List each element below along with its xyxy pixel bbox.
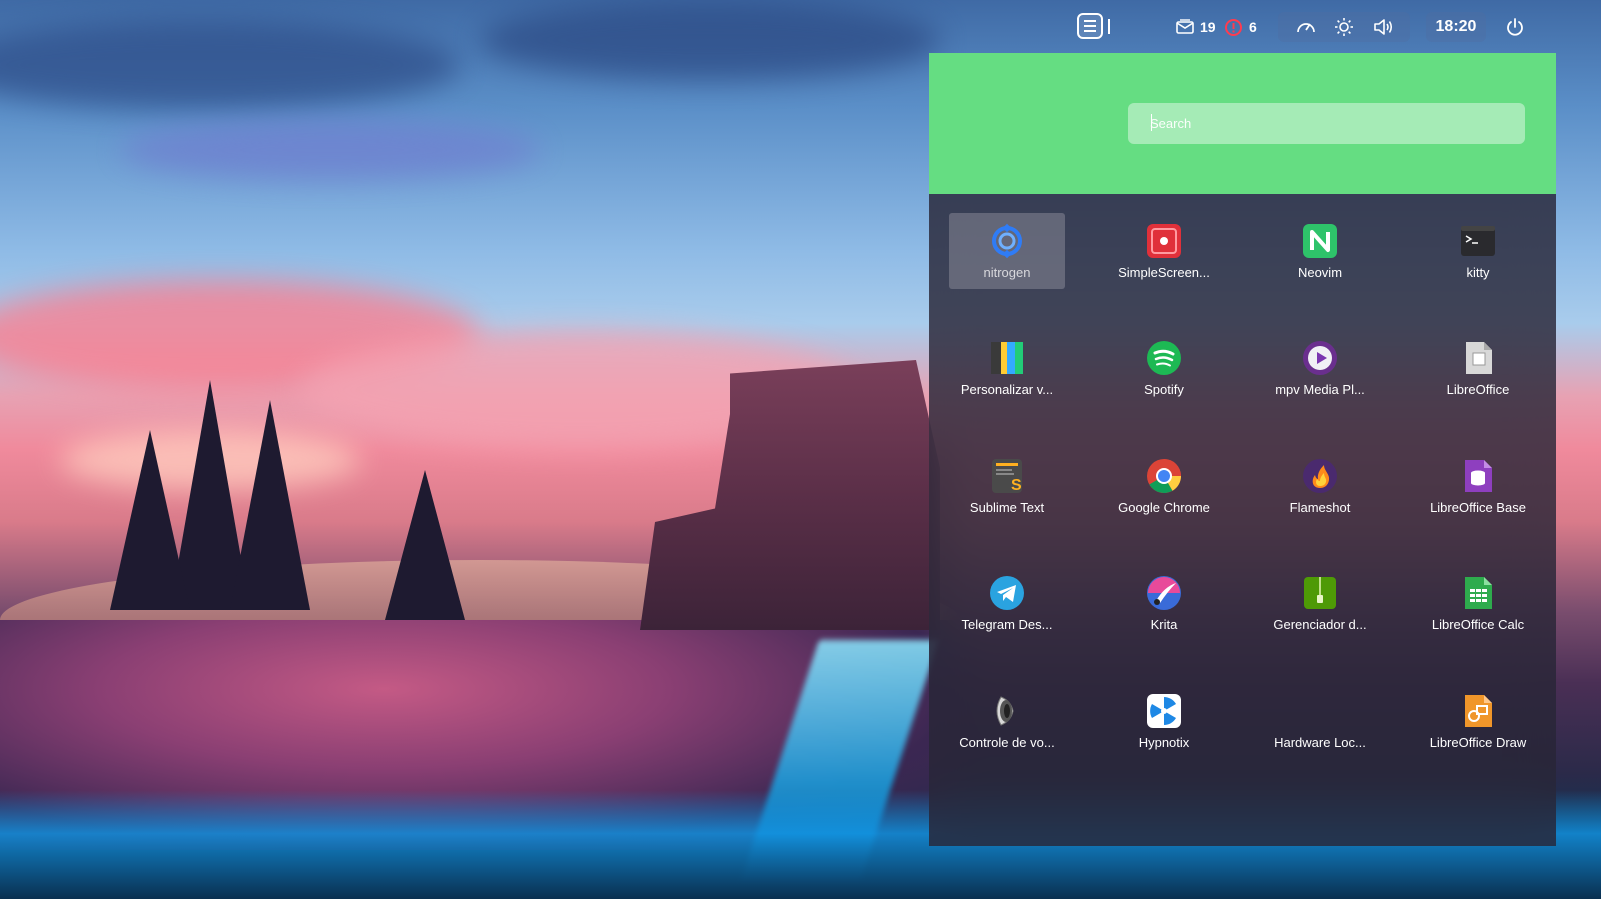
app-telegram[interactable]: Telegram Des... (949, 565, 1065, 641)
desktop: 19 6 18:20 Search nitrogen SimpleScreen.… (0, 0, 1601, 899)
app-label: mpv Media Pl... (1275, 382, 1365, 397)
app-label: Telegram Des... (961, 617, 1053, 632)
app-spotify[interactable]: Spotify (1106, 330, 1222, 406)
app-label: Google Chrome (1118, 500, 1210, 515)
app-launcher: nitrogen SimpleScreen... Neovim kitty Person… (929, 53, 1556, 846)
app-label: Krita (1150, 617, 1178, 632)
personalizar-icon (989, 340, 1025, 376)
app-label: Flameshot (1289, 500, 1351, 515)
mail-count: 19 (1200, 19, 1216, 35)
app-terminal[interactable]: kitty (1420, 213, 1536, 289)
app-neovim[interactable]: Neovim (1262, 213, 1378, 289)
app-flameshot[interactable]: Flameshot (1262, 448, 1378, 524)
mpv-icon (1302, 340, 1338, 376)
app-hypnotix[interactable]: Hypnotix (1106, 683, 1222, 759)
app-label: Neovim (1297, 265, 1343, 280)
app-label: nitrogen (983, 265, 1031, 280)
app-hardware-locale[interactable]: Hardware Loc... (1262, 683, 1378, 759)
app-simplescreenrecorder[interactable]: SimpleScreen... (1106, 213, 1222, 289)
app-label: LibreOffice (1446, 382, 1510, 397)
top-panel: 19 6 18:20 (0, 0, 1601, 54)
app-mpv[interactable]: mpv Media Pl... (1262, 330, 1378, 406)
app-label: kitty (1466, 265, 1490, 280)
clock: 18:20 (1435, 18, 1477, 35)
speedometer-icon[interactable] (1296, 18, 1316, 36)
app-label: Hypnotix (1138, 735, 1190, 750)
mail-icon[interactable] (1175, 18, 1195, 36)
app-sublime-text[interactable]: S Sublime Text (949, 448, 1065, 524)
system-tray (1278, 12, 1410, 42)
libreoffice-base-icon (1460, 458, 1496, 494)
archive-manager-icon (1302, 575, 1338, 611)
alert-icon[interactable] (1224, 18, 1243, 37)
krita-icon (1146, 575, 1182, 611)
neovim-icon (1302, 223, 1338, 259)
app-label: Controle de vo... (959, 735, 1055, 750)
app-libreoffice-base[interactable]: LibreOffice Base (1420, 448, 1536, 524)
spotify-icon (1146, 340, 1182, 376)
app-label: Hardware Loc... (1274, 735, 1366, 750)
app-label: SimpleScreen... (1118, 265, 1210, 280)
panel-separator (1108, 19, 1110, 34)
app-libreoffice-draw[interactable]: LibreOffice Draw (1420, 683, 1536, 759)
volume-icon[interactable] (1372, 17, 1394, 37)
telegram-icon (989, 575, 1025, 611)
search-caret (1151, 114, 1152, 131)
app-krita[interactable]: Krita (1106, 565, 1222, 641)
app-libreoffice-calc[interactable]: LibreOffice Calc (1420, 565, 1536, 641)
hypnotix-icon (1146, 693, 1182, 729)
volume-control-icon (989, 693, 1025, 729)
app-archive-manager[interactable]: Gerenciador d... (1262, 565, 1378, 641)
brightness-icon[interactable] (1334, 17, 1354, 37)
simplescreenrecorder-icon (1146, 223, 1182, 259)
chrome-icon (1146, 458, 1182, 494)
app-label: Sublime Text (969, 500, 1045, 515)
app-label: LibreOffice Draw (1429, 735, 1527, 750)
app-label: LibreOffice Base (1430, 500, 1526, 515)
sublime-text-icon: S (989, 458, 1025, 494)
hardware-locale-icon (1302, 693, 1338, 729)
app-label: Gerenciador d... (1273, 617, 1367, 632)
app-chrome[interactable]: Google Chrome (1106, 448, 1222, 524)
app-label: Spotify (1144, 382, 1184, 397)
app-personalizar[interactable]: Personalizar v... (949, 330, 1065, 406)
hamburger-menu-icon[interactable] (1077, 13, 1103, 39)
svg-text:S: S (1011, 477, 1022, 494)
alert-count: 6 (1249, 19, 1257, 35)
libreoffice-calc-icon (1460, 575, 1496, 611)
app-libreoffice[interactable]: LibreOffice (1420, 330, 1536, 406)
app-label: Personalizar v... (960, 382, 1054, 397)
terminal-icon (1460, 223, 1496, 259)
search-input[interactable] (1128, 103, 1525, 144)
libreoffice-draw-icon (1460, 693, 1496, 729)
app-volume-control[interactable]: Controle de vo... (949, 683, 1065, 759)
libreoffice-icon (1460, 340, 1496, 376)
app-nitrogen[interactable]: nitrogen (949, 213, 1065, 289)
nitrogen-icon (989, 223, 1025, 259)
app-label: LibreOffice Calc (1431, 617, 1525, 632)
power-icon[interactable] (1505, 17, 1525, 37)
flameshot-icon (1302, 458, 1338, 494)
launcher-header (929, 53, 1556, 194)
clock-widget[interactable]: 18:20 (1426, 12, 1486, 42)
